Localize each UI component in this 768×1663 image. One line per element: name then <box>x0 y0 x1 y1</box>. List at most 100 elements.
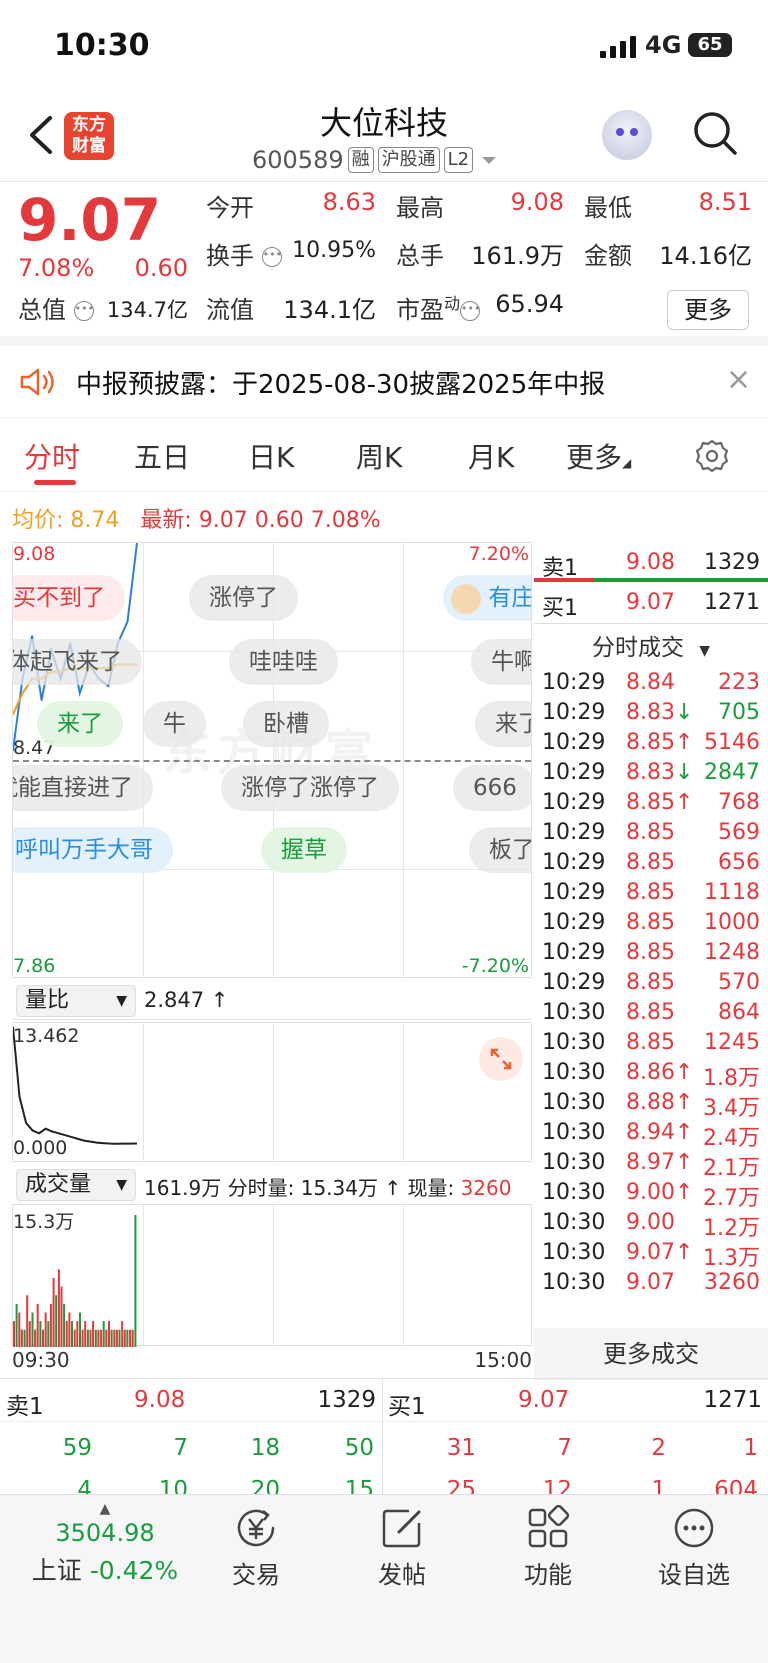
close-icon[interactable]: × <box>726 362 751 397</box>
book-cell: 1 <box>651 1477 666 1494</box>
trade-ticks-header[interactable]: 分时成交 ▼ <box>534 628 768 662</box>
tag-margin: 融 <box>347 147 374 173</box>
indicator-select[interactable]: 成交量 ▼ <box>16 1169 136 1201</box>
latest-change: 0.60 <box>254 508 304 533</box>
more-info-icon[interactable]: ••• <box>460 301 480 321</box>
stock-header: 东方 财富 大位科技 600589 融 沪股通 L2 <box>0 90 768 182</box>
index-ticker[interactable]: ▲ 3504.98 上证 -0.42% <box>20 1501 190 1587</box>
order-book: 卖1 9.08 1329 买1 9.07 1271 59 7 18 50 4 1… <box>0 1378 768 1494</box>
tab-five-day[interactable]: 五日 <box>134 436 190 476</box>
danmu-comment[interactable]: 来了 <box>475 701 531 747</box>
danmu-comment[interactable]: 来了 <box>37 701 123 747</box>
more-info-icon[interactable]: ••• <box>73 301 94 321</box>
turnover-label[interactable]: 换手 ••• <box>206 236 282 271</box>
intraday-chart[interactable]: 东方财富 9.08 7.20% 8.47 7.86 -7.20% 买不到了 涨停… <box>12 542 532 978</box>
danmu-comment[interactable]: 涨停了 <box>189 575 298 621</box>
ask-1-row[interactable]: 卖1 9.08 1329 <box>534 542 768 582</box>
danmu-comment[interactable]: 体起飞来了 <box>13 639 142 685</box>
market-cap-label[interactable]: 总值 ••• <box>18 290 94 325</box>
danmu-comment[interactable]: 哇哇哇 <box>229 639 338 685</box>
y-bottom-pct: -7.20% <box>461 955 529 977</box>
danmu-comment[interactable]: 就能直接进了 <box>13 765 153 811</box>
tab-daily-k[interactable]: 日K <box>248 436 294 476</box>
indicator-select[interactable]: 量比 ▼ <box>16 985 136 1017</box>
trade-tick-row: 10:29 8.83↓ 2847 <box>542 760 760 785</box>
volume-ratio-header: 量比 ▼ 2.847 ↑ <box>12 980 532 1020</box>
volume-header: 成交量 ▼ 161.9万 分时量: 15.34万 ↑ 现量: 3260 <box>12 1164 532 1204</box>
book-cell: 2 <box>651 1435 666 1461</box>
volume-ratio-chart[interactable]: 13.462 0.000 <box>12 1022 532 1162</box>
announcement-text: 中报预披露：于2025-08-30披露2025年中报 <box>76 370 606 400</box>
chevron-down-icon[interactable] <box>477 152 501 168</box>
volume-bar <box>113 1329 116 1347</box>
search-icon[interactable] <box>692 110 738 156</box>
volume-bar <box>18 1312 21 1347</box>
settings-gear-icon[interactable] <box>694 438 730 474</box>
trade-tick-row: 10:29 8.85 1248 <box>542 940 760 965</box>
volume-bar <box>55 1295 58 1347</box>
volume-ratio-line-svg <box>13 1026 138 1145</box>
bid-1-row[interactable]: 买1 9.07 1271 <box>534 584 768 624</box>
volume-bar <box>131 1329 134 1347</box>
quote-panel: 9.07 7.08% 0.60 今开 8.63 最高 9.08 最低 8.51 … <box>0 182 768 346</box>
trade-tick-row: 10:30 9.00↑ 2.7万 <box>542 1180 760 1211</box>
high-value: 9.08 <box>510 188 564 216</box>
expand-icon[interactable] <box>479 1037 523 1081</box>
book-cell: 7 <box>557 1435 572 1461</box>
danmu-comment[interactable]: 有庄 <box>443 575 531 621</box>
volume-chart[interactable]: 15.3万 <box>12 1204 532 1347</box>
pe-label[interactable]: 市盈动••• <box>396 290 480 325</box>
danmu-comment[interactable]: 买不到了 <box>13 575 125 621</box>
more-info-icon[interactable]: ••• <box>261 247 282 267</box>
volume-bar <box>100 1329 103 1347</box>
book-cell: 7 <box>173 1435 188 1461</box>
danmu-comment[interactable]: 板了 <box>469 827 531 873</box>
grid-apps-icon <box>528 1505 570 1548</box>
tab-weekly-k[interactable]: 周K <box>356 436 402 476</box>
add-watchlist-button[interactable]: 设自选 <box>634 1505 754 1590</box>
assistant-robot-icon[interactable] <box>602 110 652 160</box>
more-quote-button[interactable]: 更多 <box>667 290 749 330</box>
book-cell: 1 <box>743 1435 758 1461</box>
danmu-comment[interactable]: 涨停了涨停了 <box>221 765 399 811</box>
ratio-min: 0.000 <box>13 1137 68 1159</box>
change-amount: 0.60 <box>134 254 188 282</box>
danmu-comment[interactable]: 666 <box>453 765 531 811</box>
volume-bar <box>47 1321 50 1347</box>
collapse-arrow-icon: ▲ <box>99 1501 111 1517</box>
danmu-comment[interactable]: 卧槽 <box>243 701 329 747</box>
book-bid-vol: 1271 <box>703 1387 762 1413</box>
battery-icon: 65 <box>688 33 732 57</box>
danmu-comment[interactable]: 牛 <box>143 701 206 747</box>
tab-monthly-k[interactable]: 月K <box>468 436 514 476</box>
trade-tick-row: 10:29 8.85 570 <box>542 970 760 995</box>
volume-bar <box>129 1329 132 1347</box>
trade-tick-row: 10:29 8.85↑ 768 <box>542 790 760 815</box>
more-trades-button[interactable]: 更多成交 <box>534 1328 768 1380</box>
latest-pct: 7.08% <box>310 508 381 533</box>
tab-intraday[interactable]: 分时 <box>24 436 80 476</box>
more-circle-icon <box>674 1508 714 1548</box>
tag-connect: 沪股通 <box>377 147 440 173</box>
corner-triangle-icon: ◢ <box>622 456 632 470</box>
stock-code-row[interactable]: 600589 融 沪股通 L2 <box>252 146 501 174</box>
volume-bar <box>13 1321 15 1347</box>
volume-label: 总手 <box>396 242 444 270</box>
volume-bar <box>79 1312 81 1347</box>
trade-tick-row: 10:30 8.86↑ 1.8万 <box>542 1060 760 1091</box>
data-point <box>31 635 33 637</box>
tab-more[interactable]: 更多◢ <box>566 436 631 476</box>
announcement-bar[interactable]: 中报预披露：于2025-08-30披露2025年中报 × <box>0 346 768 418</box>
index-value: 3504.98 <box>55 1519 155 1547</box>
danmu-comment[interactable]: 握草 <box>261 827 347 873</box>
danmu-comment[interactable]: 牛啊 <box>471 639 531 685</box>
post-button[interactable]: 发帖 <box>342 1505 462 1590</box>
trade-tick-row: 10:29 8.85 569 <box>542 820 760 845</box>
volume-bar <box>39 1321 42 1347</box>
functions-button[interactable]: 功能 <box>488 1505 608 1590</box>
volume-bar <box>26 1295 29 1347</box>
volume-bar <box>89 1329 92 1347</box>
danmu-comment[interactable]: 呼叫万手大哥 <box>13 827 173 873</box>
speaker-icon <box>20 368 54 396</box>
trade-button[interactable]: 交易 <box>196 1505 316 1590</box>
